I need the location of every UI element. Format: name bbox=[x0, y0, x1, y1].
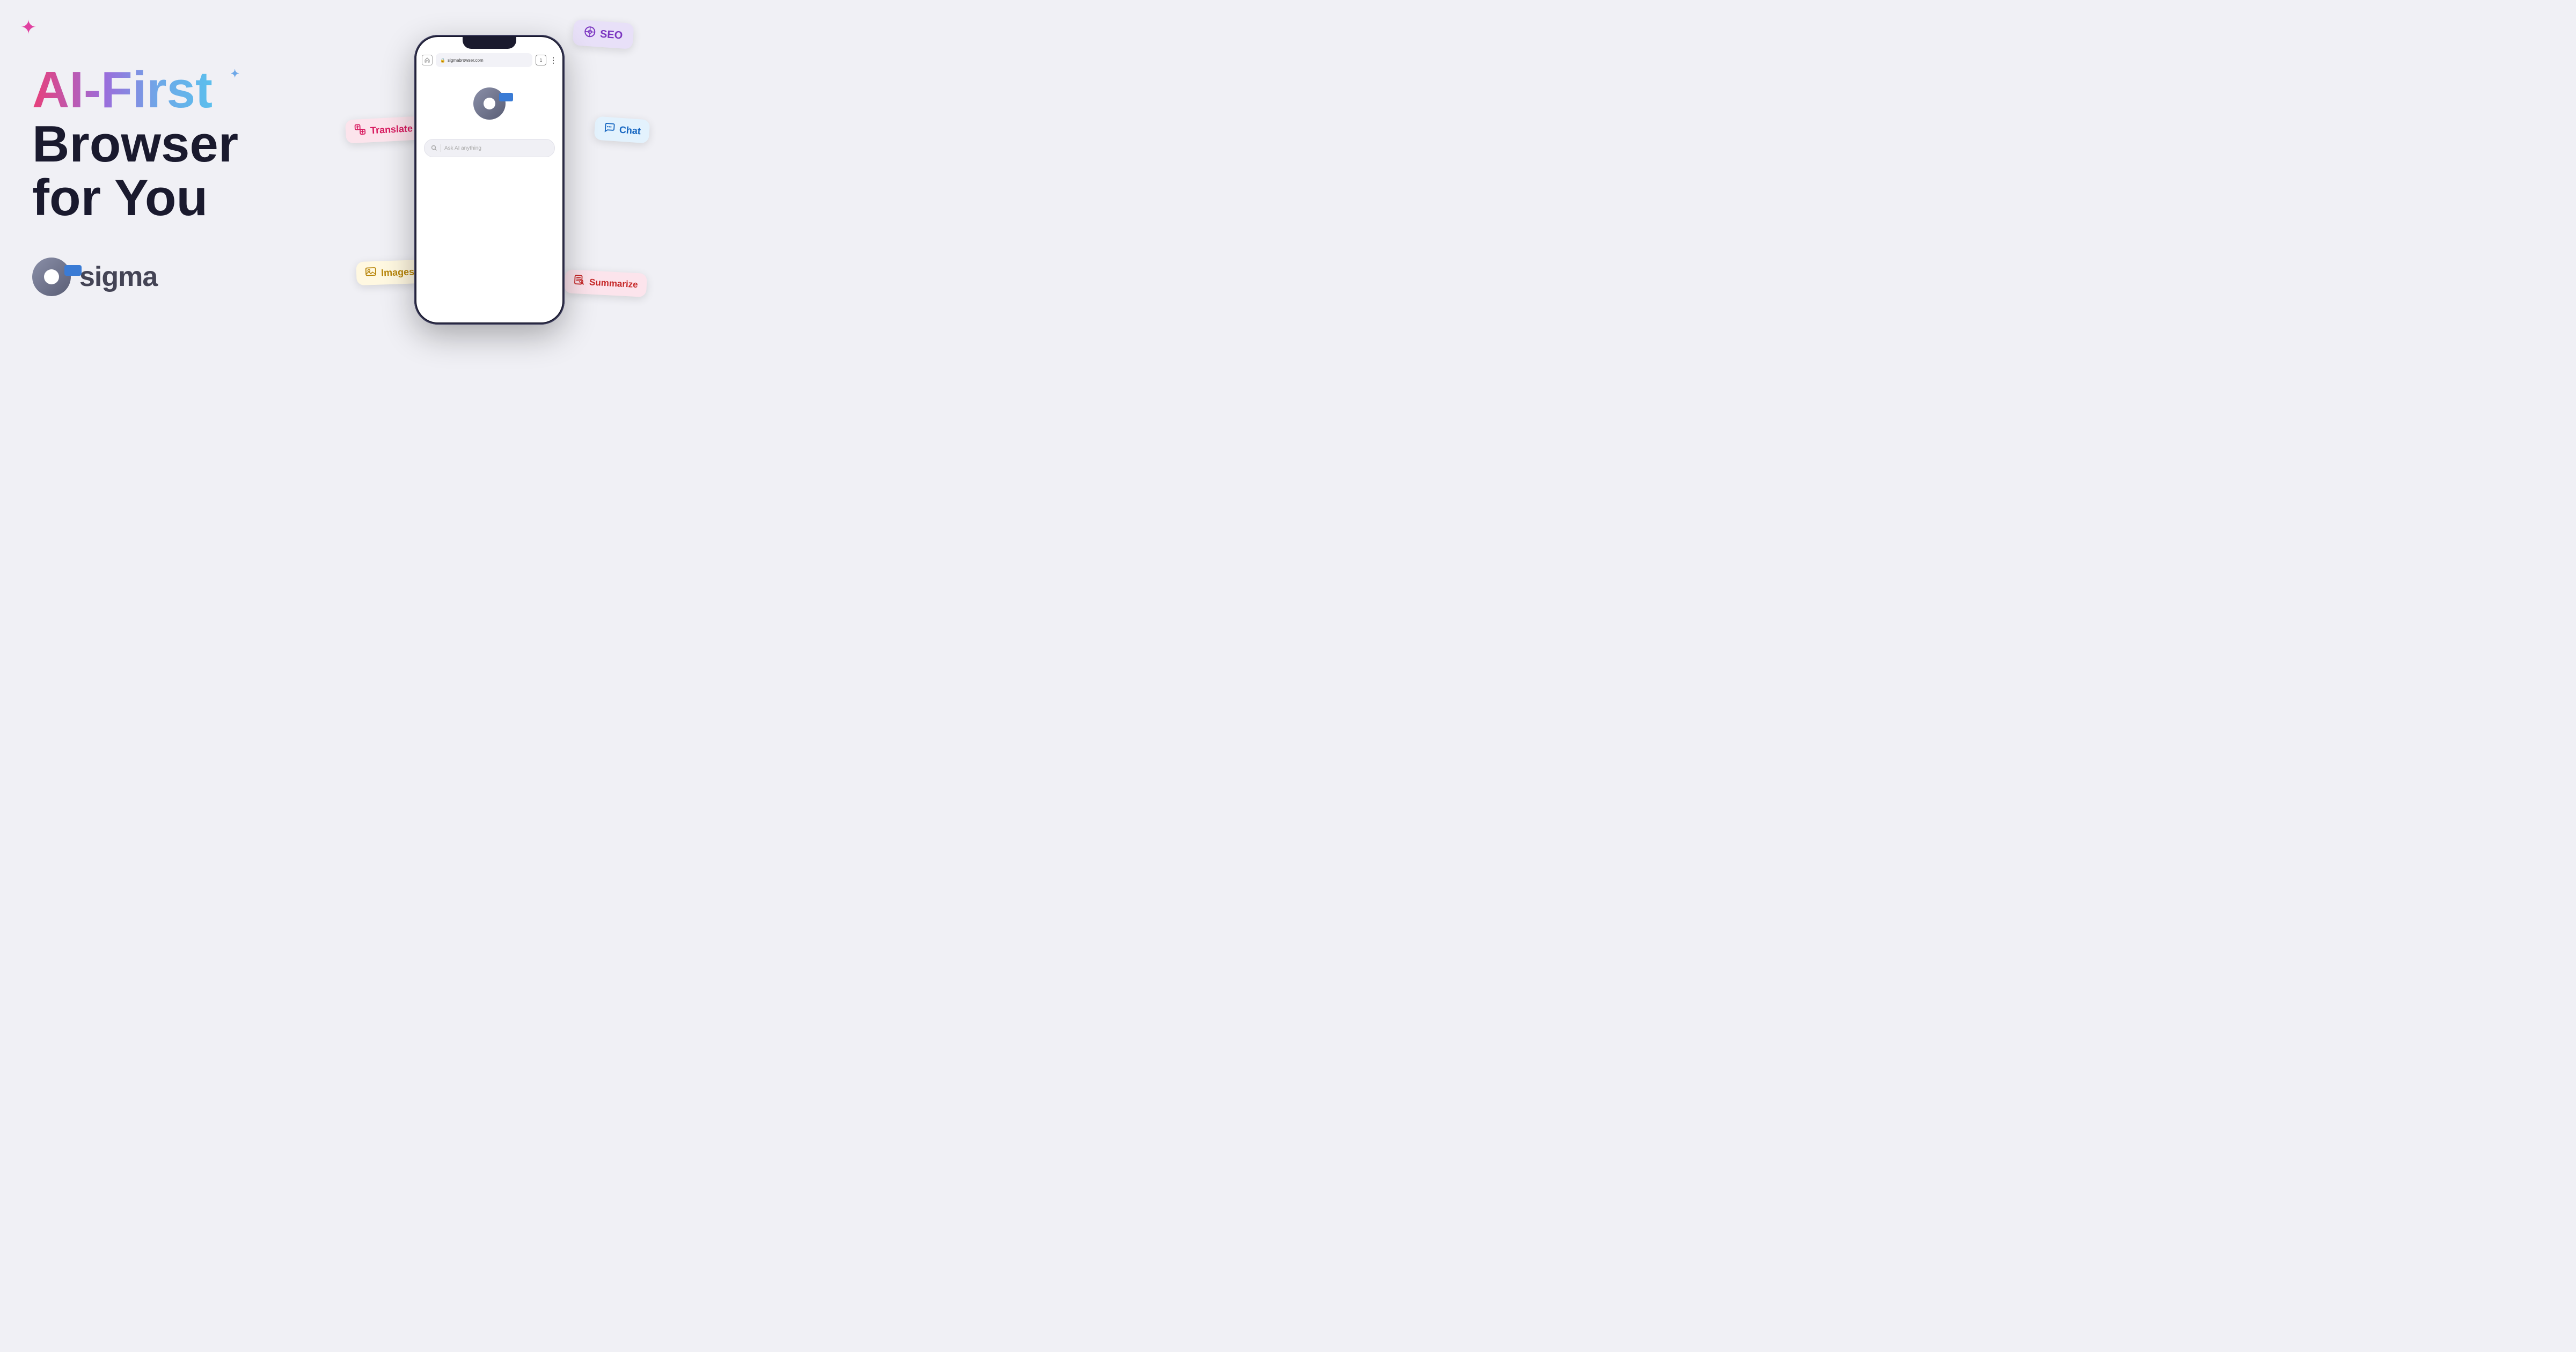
hero-container: ✦ AI-First ✦ Browser for You sigma bbox=[0, 0, 644, 338]
chip-chat[interactable]: Chat bbox=[594, 116, 650, 143]
browser-url-text: sigmabrowser.com bbox=[448, 58, 484, 63]
chip-chat-label: Chat bbox=[619, 124, 641, 137]
phone-search-bar[interactable]: Ask AI anything bbox=[424, 139, 555, 157]
chip-seo[interactable]: SEO bbox=[572, 19, 634, 49]
lock-icon: 🔒 bbox=[440, 58, 445, 63]
chip-translate-label: Translate bbox=[370, 123, 413, 136]
chip-seo-label: SEO bbox=[599, 28, 623, 42]
phone-screen: 🔒 sigmabrowser.com 1 ⋮ bbox=[416, 37, 562, 322]
phone-sigma-bar-blue bbox=[499, 93, 513, 101]
chip-images-label: Images bbox=[381, 266, 415, 278]
browser-url-bar[interactable]: 🔒 sigmabrowser.com bbox=[436, 53, 532, 67]
phone-mockup: 🔒 sigmabrowser.com 1 ⋮ bbox=[414, 35, 565, 325]
phone-sigma-icon bbox=[473, 87, 506, 120]
phone-browser-bar: 🔒 sigmabrowser.com 1 ⋮ bbox=[416, 49, 562, 71]
headline-line1-text: AI-First bbox=[32, 61, 213, 119]
browser-menu-dots[interactable]: ⋮ bbox=[550, 56, 557, 65]
summarize-icon bbox=[573, 274, 586, 290]
right-content: SEO Translate bbox=[335, 0, 644, 338]
sigma-circle-outer bbox=[32, 258, 71, 296]
search-placeholder-text: Ask AI anything bbox=[444, 145, 481, 151]
phone-notch bbox=[463, 37, 516, 49]
sigma-logo: sigma bbox=[32, 258, 313, 296]
sigma-blue-bar bbox=[64, 265, 82, 276]
left-content: AI-First ✦ Browser for You sigma bbox=[0, 20, 335, 318]
phone-sigma-area bbox=[416, 71, 562, 130]
headline-line1: AI-First ✦ bbox=[32, 63, 213, 117]
headline-line2: Browser for You bbox=[32, 117, 313, 226]
sigma-icon bbox=[32, 258, 71, 296]
sigma-circle-inner bbox=[44, 269, 59, 284]
phone-sigma-inner bbox=[484, 98, 495, 109]
browser-tab-button[interactable]: 1 bbox=[536, 55, 546, 65]
tab-count: 1 bbox=[540, 58, 542, 63]
sigma-wordmark: sigma bbox=[79, 261, 157, 293]
phone-sigma-circle bbox=[473, 87, 506, 120]
search-icon bbox=[431, 145, 437, 151]
chip-summarize[interactable]: Summarize bbox=[564, 269, 647, 297]
chat-icon bbox=[603, 121, 616, 137]
star-blue-small: ✦ bbox=[230, 69, 239, 80]
chip-translate[interactable]: Translate bbox=[345, 116, 422, 143]
images-icon bbox=[365, 266, 377, 281]
translate-icon bbox=[354, 123, 366, 139]
seo-icon bbox=[583, 26, 596, 41]
chip-images[interactable]: Images bbox=[356, 260, 423, 285]
headline: AI-First ✦ Browser for You bbox=[32, 63, 313, 225]
chip-summarize-label: Summarize bbox=[589, 277, 639, 290]
browser-home-button[interactable] bbox=[422, 55, 433, 65]
